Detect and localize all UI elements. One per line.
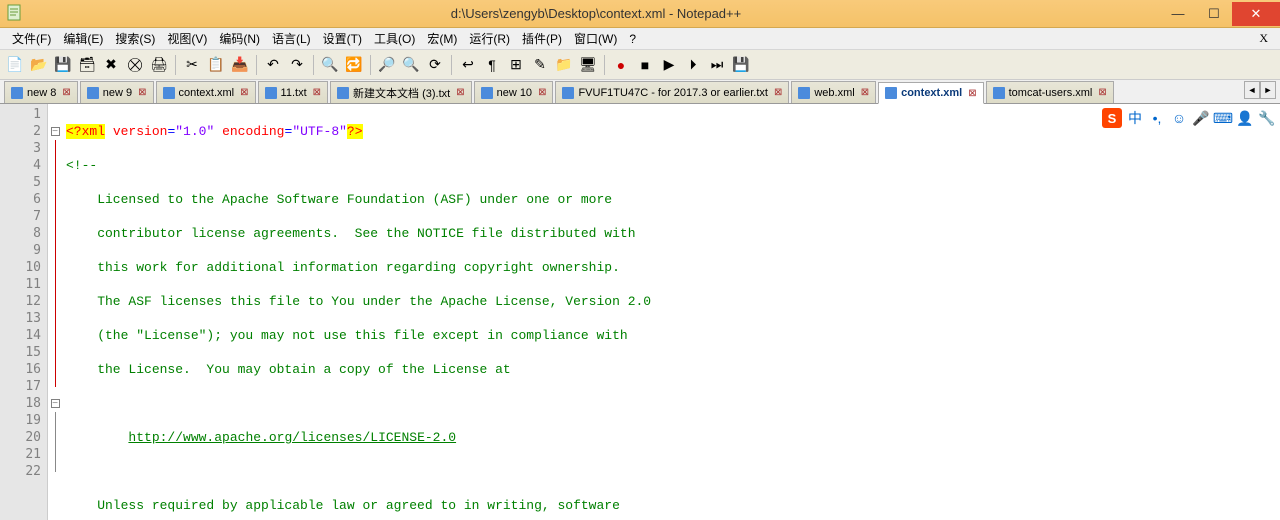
emoji-icon[interactable]: ☺ (1170, 109, 1188, 127)
lang-icon[interactable]: ✎ (529, 54, 551, 76)
doc-icon (481, 87, 493, 99)
doc-icon (993, 87, 1005, 99)
tab-context-active[interactable]: context.xml⊠ (878, 82, 984, 104)
tab-11-txt[interactable]: 11.txt⊠ (258, 81, 328, 103)
macro-save-icon[interactable]: 💾 (730, 54, 752, 76)
window-titlebar: d:\Users\zengyb\Desktop\context.xml - No… (0, 0, 1280, 28)
tab-fvuf-txt[interactable]: FVUF1TU47C - for 2017.3 or earlier.txt⊠ (555, 81, 789, 103)
cn-input-icon[interactable]: 中 (1126, 109, 1144, 127)
mic-icon[interactable]: 🎤 (1192, 109, 1210, 127)
copy-icon[interactable]: 📋 (205, 54, 227, 76)
doc-icon (163, 87, 175, 99)
fold-toggle-icon[interactable]: − (51, 127, 60, 136)
new-file-icon[interactable]: 📄 (4, 54, 26, 76)
zoom-in-icon[interactable]: 🔎 (376, 54, 398, 76)
menu-run[interactable]: 运行(R) (463, 28, 516, 49)
find-icon[interactable]: 🔍 (319, 54, 341, 76)
macro-run-icon[interactable]: ⏵ (682, 54, 704, 76)
save-file-icon[interactable]: 💾 (52, 54, 74, 76)
editor-area: 12345678910111213141516171819202122 − − … (0, 104, 1280, 520)
doc-icon (885, 87, 897, 99)
doc-icon (337, 87, 349, 99)
tab-new-9[interactable]: new 9⊠ (80, 81, 154, 103)
tab-scroll-right-button[interactable]: ► (1260, 81, 1276, 99)
monitor-icon[interactable]: 🖥 (577, 54, 599, 76)
tab-close-icon[interactable]: ⊠ (138, 87, 146, 98)
tab-close-icon[interactable]: ⊠ (240, 87, 248, 98)
line-number-gutter: 12345678910111213141516171819202122 (0, 104, 48, 520)
tab-scroll-left-button[interactable]: ◄ (1244, 81, 1260, 99)
menu-tools[interactable]: 工具(O) (368, 28, 421, 49)
punct-icon[interactable]: •, (1148, 109, 1166, 127)
folder-doc-icon[interactable]: 📁 (553, 54, 575, 76)
document-tabs: new 8⊠ new 9⊠ context.xml⊠ 11.txt⊠ 新建文本文… (0, 80, 1280, 104)
doc-icon (798, 87, 810, 99)
menu-plugins[interactable]: 插件(P) (516, 28, 568, 49)
tab-close-icon[interactable]: ⊠ (861, 87, 869, 98)
menu-macro[interactable]: 宏(M) (421, 28, 463, 49)
save-all-icon[interactable]: 🗃 (76, 54, 98, 76)
window-title: d:\Users\zengyb\Desktop\context.xml - No… (32, 6, 1160, 21)
menubar-close-button[interactable]: X (1253, 29, 1274, 48)
tab-tomcat-users[interactable]: tomcat-users.xml⊠ (986, 81, 1114, 103)
redo-icon[interactable]: ↷ (286, 54, 308, 76)
zoom-out-icon[interactable]: 🔍 (400, 54, 422, 76)
tab-web-xml[interactable]: web.xml⊠ (791, 81, 876, 103)
menu-help[interactable]: ? (623, 30, 642, 48)
app-icon (6, 4, 26, 24)
user-icon[interactable]: 👤 (1236, 109, 1254, 127)
minimize-button[interactable]: — (1160, 2, 1196, 26)
menu-window[interactable]: 窗口(W) (568, 28, 623, 49)
fold-column: − − (48, 104, 62, 520)
tab-context-1[interactable]: context.xml⊠ (156, 81, 256, 103)
indent-guide-icon[interactable]: ⊞ (505, 54, 527, 76)
menu-file[interactable]: 文件(F) (6, 28, 57, 49)
tab-close-icon[interactable]: ⊠ (456, 87, 464, 98)
menu-bar: 文件(F) 编辑(E) 搜索(S) 视图(V) 编码(N) 语言(L) 设置(T… (0, 28, 1280, 50)
menu-settings[interactable]: 设置(T) (317, 28, 368, 49)
macro-play-icon[interactable]: ▶ (658, 54, 680, 76)
tab-close-icon[interactable]: ⊠ (538, 87, 546, 98)
menu-search[interactable]: 搜索(S) (109, 28, 161, 49)
doc-icon (87, 87, 99, 99)
code-editor[interactable]: <?xml version="1.0" encoding="UTF-8"?> <… (62, 104, 1280, 520)
close-all-icon[interactable]: ⛒ (124, 54, 146, 76)
toolbar: 📄 📂 💾 🗃 ✖ ⛒ 🖨 ✂ 📋 📥 ↶ ↷ 🔍 🔁 🔎 🔍 ⟳ ↩ ¶ ⊞ … (0, 50, 1280, 80)
sync-icon[interactable]: ⟳ (424, 54, 446, 76)
macro-loop-icon[interactable]: ⏭ (706, 54, 728, 76)
macro-record-icon[interactable]: ● (610, 54, 632, 76)
open-file-icon[interactable]: 📂 (28, 54, 50, 76)
replace-icon[interactable]: 🔁 (343, 54, 365, 76)
settings-icon[interactable]: 🔧 (1258, 109, 1276, 127)
word-wrap-icon[interactable]: ↩ (457, 54, 479, 76)
menu-language[interactable]: 语言(L) (266, 28, 317, 49)
tab-close-icon[interactable]: ⊠ (1098, 87, 1106, 98)
ime-toolbar: S 中 •, ☺ 🎤 ⌨ 👤 🔧 (1102, 108, 1276, 128)
fold-toggle-icon[interactable]: − (51, 399, 60, 408)
tab-new-8[interactable]: new 8⊠ (4, 81, 78, 103)
tab-newdoc-txt[interactable]: 新建文本文档 (3).txt⊠ (330, 81, 472, 103)
tab-close-icon[interactable]: ⊠ (968, 88, 976, 99)
cut-icon[interactable]: ✂ (181, 54, 203, 76)
macro-stop-icon[interactable]: ■ (634, 54, 656, 76)
doc-icon (562, 87, 574, 99)
print-icon[interactable]: 🖨 (148, 54, 170, 76)
maximize-button[interactable]: ☐ (1196, 2, 1232, 26)
tab-close-icon[interactable]: ⊠ (62, 87, 70, 98)
close-file-icon[interactable]: ✖ (100, 54, 122, 76)
doc-icon (11, 87, 23, 99)
paste-icon[interactable]: 📥 (229, 54, 251, 76)
tab-close-icon[interactable]: ⊠ (313, 87, 321, 98)
keyboard-icon[interactable]: ⌨ (1214, 109, 1232, 127)
tab-close-icon[interactable]: ⊠ (774, 87, 782, 98)
sogou-logo-icon[interactable]: S (1102, 108, 1122, 128)
show-all-icon[interactable]: ¶ (481, 54, 503, 76)
menu-edit[interactable]: 编辑(E) (57, 28, 109, 49)
undo-icon[interactable]: ↶ (262, 54, 284, 76)
menu-encoding[interactable]: 编码(N) (213, 28, 266, 49)
doc-icon (265, 87, 277, 99)
close-button[interactable]: ✕ (1232, 2, 1280, 26)
menu-view[interactable]: 视图(V) (161, 28, 213, 49)
tab-new-10[interactable]: new 10⊠ (474, 81, 554, 103)
